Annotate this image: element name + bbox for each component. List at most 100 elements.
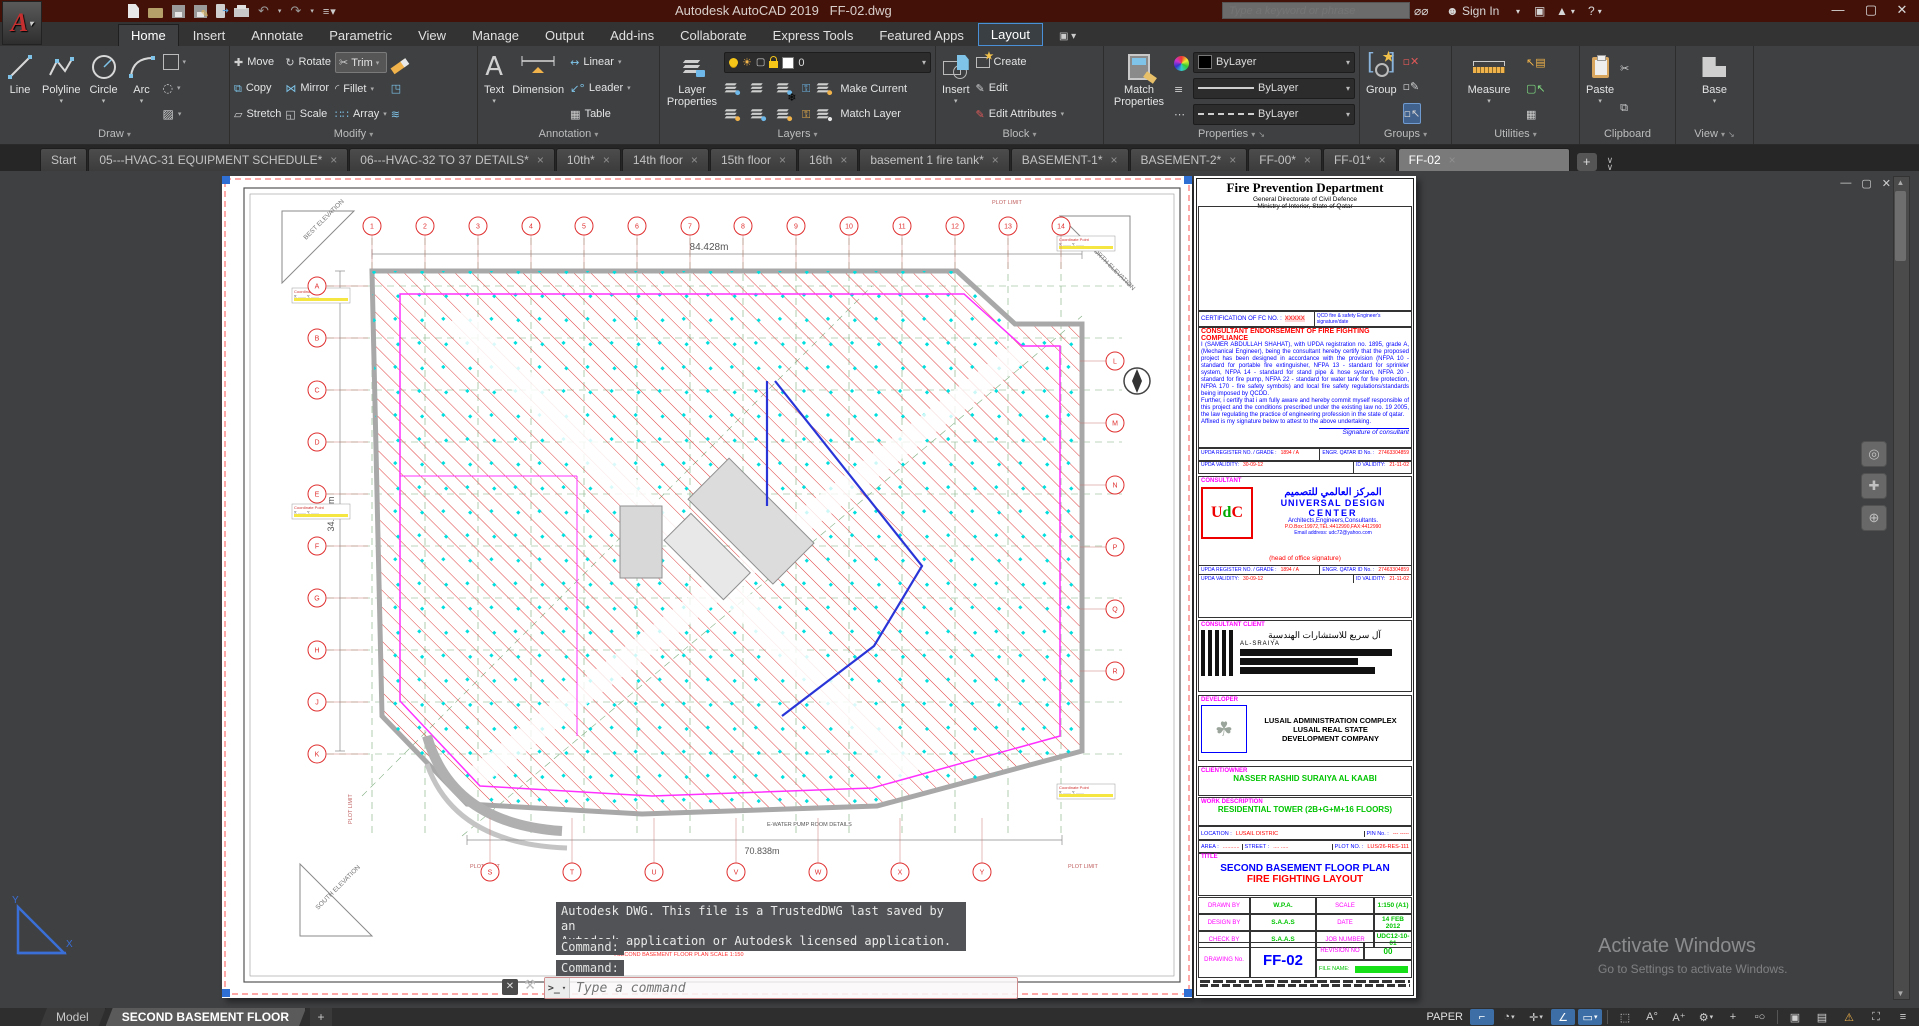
select-window-button[interactable]: ▢↖: [1526, 79, 1546, 98]
redo-dropdown-icon[interactable]: ▾: [310, 7, 314, 15]
zoom-extents-icon[interactable]: ⊕: [1861, 505, 1887, 531]
customization-menu-icon[interactable]: ≡: [1891, 1009, 1915, 1025]
file-tab-10th-[interactable]: 10th* ×: [555, 148, 621, 171]
ribbon-tab-collaborate[interactable]: Collaborate: [668, 25, 759, 46]
paste-button[interactable]: Paste ▾: [1584, 49, 1616, 127]
ribbon-tab-insert[interactable]: Insert: [181, 25, 238, 46]
close-tab-icon[interactable]: ×: [1379, 153, 1386, 167]
polar-toggle[interactable]: ✛ ▾: [1524, 1009, 1548, 1025]
redo-icon[interactable]: ↷: [290, 4, 301, 18]
restore-button[interactable]: ▢: [1856, 0, 1886, 20]
file-tab-16th[interactable]: 16th ×: [798, 148, 859, 171]
osnap-toggle[interactable]: ▭ ▾: [1578, 1009, 1602, 1025]
doc-restore-icon[interactable]: ▢: [1861, 177, 1871, 190]
ribbon-tab-manage[interactable]: Manage: [460, 25, 531, 46]
workspace-gear-icon[interactable]: ⚙ ▾: [1694, 1009, 1718, 1025]
layer-freeze-icon[interactable]: ❄: [776, 83, 797, 104]
pan-icon[interactable]: ✚: [1861, 473, 1887, 499]
circle-button[interactable]: Circle ▾: [87, 49, 121, 127]
trim-button[interactable]: ✂ Trim ▾: [334, 52, 387, 74]
polyline-button[interactable]: Polyline ▾: [40, 49, 83, 127]
quick-select-button[interactable]: ↖▤: [1526, 53, 1546, 72]
tab-overflow-icon[interactable]: ∨ ∨: [1607, 156, 1614, 172]
layer-thaw2-icon[interactable]: [776, 109, 793, 121]
panel-label-layers[interactable]: Layers ▾: [660, 127, 935, 144]
ribbon-collapse-icon[interactable]: ▣ ▾: [1059, 31, 1076, 46]
command-close-icon[interactable]: ✕: [502, 979, 518, 995]
base-button[interactable]: Base ▾: [1700, 49, 1729, 127]
panel-label-groups[interactable]: Groups ▾: [1360, 127, 1451, 144]
help-search-input[interactable]: [1222, 2, 1410, 19]
mirror-button[interactable]: ⋈ Mirror: [285, 79, 331, 98]
ortho-toggle[interactable]: ∠: [1551, 1009, 1575, 1025]
ribbon-tab-featured-apps[interactable]: Featured Apps: [867, 25, 976, 46]
command-input[interactable]: [570, 980, 1017, 996]
command-line[interactable]: >_ ▾: [544, 977, 1018, 999]
panel-label-view[interactable]: View ▾ ↘: [1676, 127, 1753, 144]
edit-attributes-button[interactable]: ✎ Edit Attributes ▾: [976, 105, 1065, 124]
web-mobile-icon[interactable]: [216, 4, 229, 18]
insert-button[interactable]: Insert ▾: [940, 49, 972, 127]
scroll-down-icon[interactable]: ▼: [1894, 989, 1907, 998]
object-color-combo[interactable]: ByLayer ▾: [1193, 51, 1355, 73]
command-customize-icon[interactable]: ⚒: [524, 977, 536, 993]
layer-lock-icon[interactable]: ⚿: [802, 83, 810, 94]
ribbon-tab-layout[interactable]: Layout: [977, 23, 1043, 46]
new-layout-button[interactable]: +: [310, 1008, 333, 1026]
move-button[interactable]: ✚ Move: [234, 53, 281, 72]
layer-properties-button[interactable]: Layer Properties: [664, 49, 720, 127]
ellipse-icon[interactable]: ◌: [163, 82, 173, 94]
file-tab-14th-floor[interactable]: 14th floor ×: [621, 148, 709, 171]
erase-button[interactable]: [390, 53, 409, 74]
doc-minimize-icon[interactable]: —: [1840, 177, 1851, 190]
search-icon[interactable]: ⌀⌀: [1414, 2, 1428, 20]
steering-wheel-icon[interactable]: ◎: [1861, 441, 1887, 467]
grid-toggle[interactable]: ⌐: [1470, 1009, 1494, 1025]
rectangle-icon[interactable]: [162, 54, 179, 70]
ribbon-tab-view[interactable]: View: [406, 25, 458, 46]
file-tab-basement-1-[interactable]: BASEMENT-1* ×: [1010, 148, 1129, 171]
quick-calc-button[interactable]: ▦: [1526, 105, 1546, 124]
group-edit-button[interactable]: ▫✎: [1403, 77, 1422, 96]
close-tab-icon[interactable]: ×: [779, 153, 786, 167]
file-tab-ff-00-[interactable]: FF-00* ×: [1248, 148, 1322, 171]
scroll-up-icon[interactable]: ▲: [1894, 178, 1907, 187]
save-icon[interactable]: [172, 4, 185, 18]
ribbon-tab-output[interactable]: Output: [533, 25, 596, 46]
group-selection-toggle[interactable]: ▫↖: [1402, 102, 1422, 124]
panel-label-clipboard[interactable]: Clipboard: [1580, 127, 1675, 144]
layer-unlock2-icon[interactable]: ⚿: [802, 109, 810, 120]
file-tab-ff-02[interactable]: FF-02 ×: [1397, 148, 1570, 171]
ribbon-tab-annotate[interactable]: Annotate: [239, 25, 315, 46]
minimize-button[interactable]: —: [1823, 0, 1853, 20]
file-tab-06-hvac-32-to-37-details-[interactable]: 06---HVAC-32 TO 37 DETAILS* ×: [349, 148, 555, 171]
snap-toggle[interactable]: ◔ ▾: [1497, 1009, 1521, 1025]
layer-select-combo[interactable]: ☀ ▢ 0 ▾: [724, 52, 931, 74]
dynamic-input-toggle[interactable]: A⁺: [1667, 1009, 1691, 1025]
color-wheel-icon[interactable]: [1174, 55, 1189, 71]
autodesk-app-icon[interactable]: ▲ ▾: [1556, 2, 1575, 20]
plot-icon[interactable]: [234, 5, 249, 17]
linetype-list-icon[interactable]: ⋯: [1174, 109, 1189, 120]
file-tab-start[interactable]: Start: [40, 148, 88, 171]
hatch-icon[interactable]: ▨: [163, 108, 174, 120]
close-tab-icon[interactable]: ×: [840, 153, 847, 167]
measure-button[interactable]: Measure ▾: [1456, 49, 1522, 127]
stretch-button[interactable]: ▱ Stretch: [234, 105, 281, 124]
layout-tab-second-basement[interactable]: SECOND BASEMENT FLOOR: [106, 1008, 306, 1026]
table-button[interactable]: ▦ Table: [570, 105, 631, 124]
group-button[interactable]: ★ Group: [1364, 49, 1399, 127]
doc-close-icon[interactable]: ✕: [1882, 177, 1891, 190]
command-prompt-icon[interactable]: >_ ▾: [545, 978, 570, 998]
text-button[interactable]: A Text ▾: [482, 49, 506, 127]
isolate-objects-icon[interactable]: ▫○: [1748, 1009, 1772, 1025]
ribbon-tab-add-ins[interactable]: Add-ins: [598, 25, 666, 46]
help-icon[interactable]: ? ▾: [1588, 2, 1602, 20]
fillet-button[interactable]: ◜ Fillet ▾: [335, 79, 387, 98]
customize-qat-icon[interactable]: ≡▾: [323, 5, 337, 18]
scrollbar-thumb[interactable]: [1895, 191, 1906, 261]
make-current-button[interactable]: Make Current: [816, 79, 907, 98]
paper-space-indicator[interactable]: PAPER: [1427, 1011, 1463, 1023]
array-button[interactable]: ∷∷ Array ▾: [335, 105, 387, 124]
leader-button[interactable]: ↙° Leader ▾: [570, 79, 631, 98]
